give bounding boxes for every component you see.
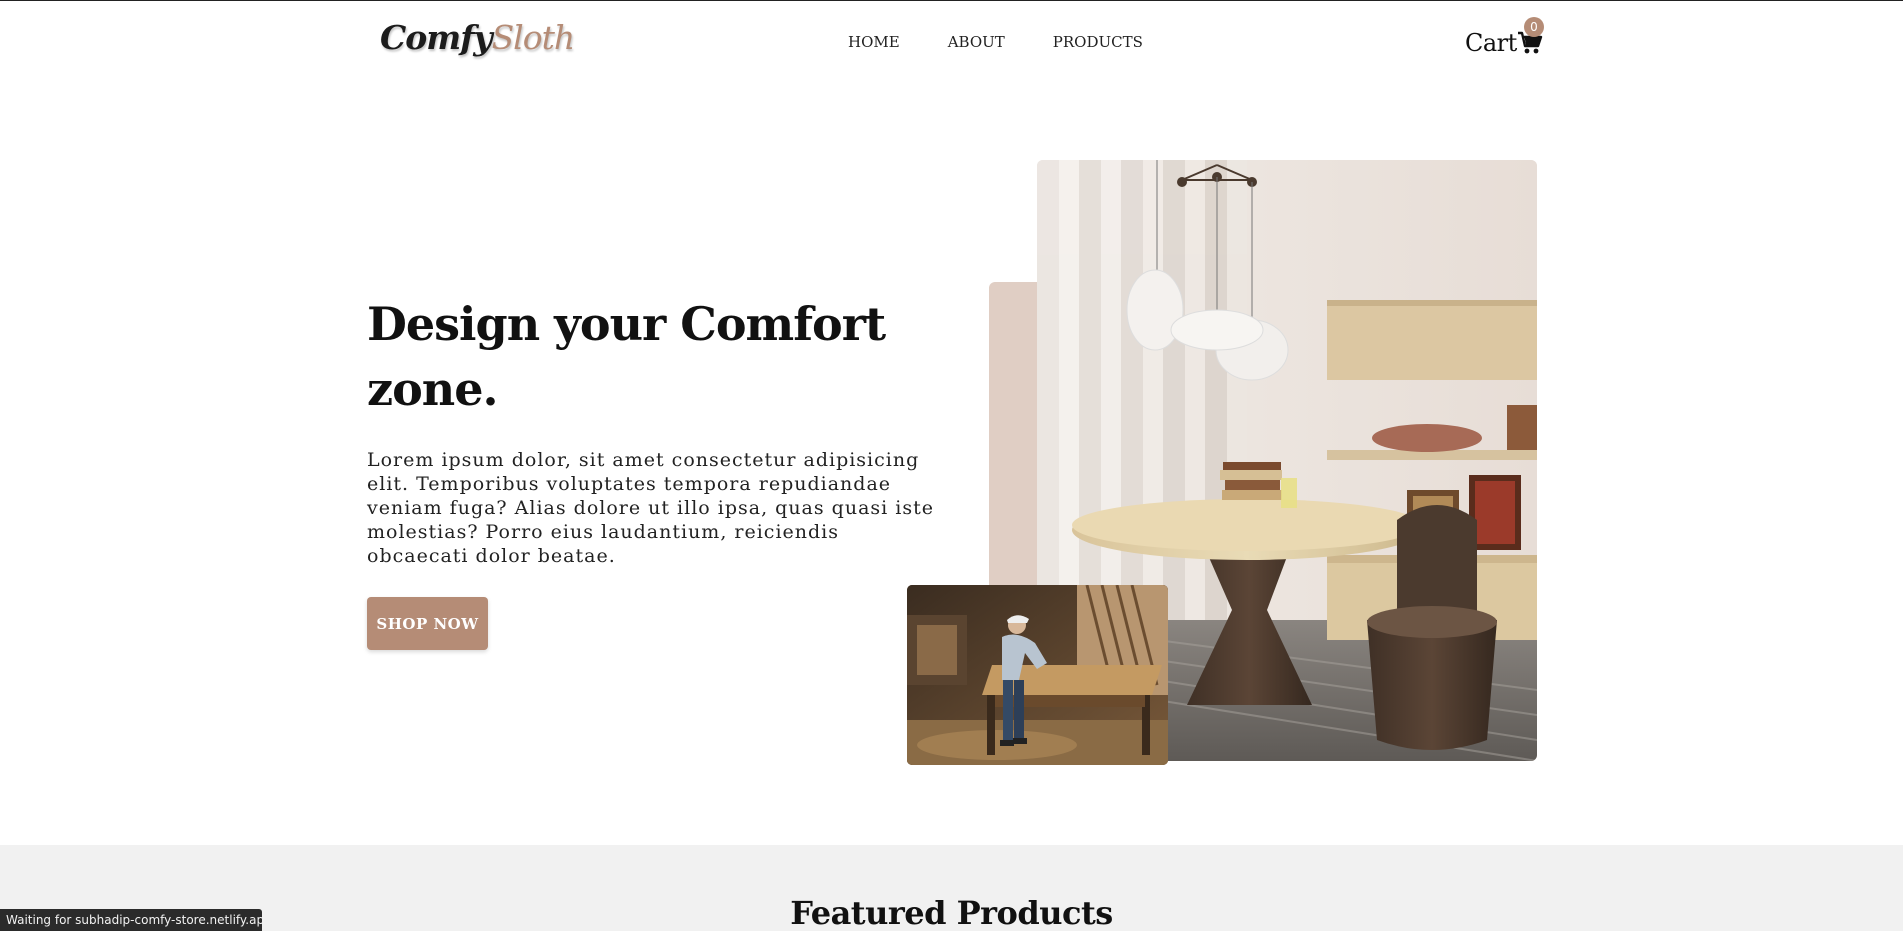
hero-description: Lorem ipsum dolor, sit amet consectetur … — [367, 449, 934, 567]
nav-about-link[interactable]: ABOUT — [948, 33, 1005, 51]
hero-text: Design your Comfort zone. Lorem ipsum do… — [367, 292, 947, 568]
main-nav: HOME ABOUT PRODUCTS — [848, 33, 1191, 51]
cart-label: Cart — [1465, 29, 1517, 57]
featured-section: Featured Products — [0, 845, 1903, 932]
logo-text-accent: Sloth — [491, 18, 576, 57]
nav-home-link[interactable]: HOME — [848, 33, 900, 51]
shop-now-button[interactable]: SHOP NOW — [367, 597, 488, 650]
cart-count-badge: 0 — [1524, 17, 1544, 37]
featured-title: Featured Products — [790, 894, 1113, 932]
logo-text-primary: Comfy — [380, 18, 493, 57]
decorative-accent-block — [989, 282, 1039, 586]
nav-products-link[interactable]: PRODUCTS — [1053, 33, 1143, 51]
browser-status-bar: Waiting for subhadip-comfy-store.netlify… — [0, 909, 262, 931]
carpenter-image — [907, 585, 1168, 765]
logo[interactable]: ComfySloth — [380, 18, 576, 57]
hero-title: Design your Comfort zone. — [367, 297, 886, 416]
site-header: ComfySloth HOME ABOUT PRODUCTS Cart 0 — [0, 1, 1903, 81]
